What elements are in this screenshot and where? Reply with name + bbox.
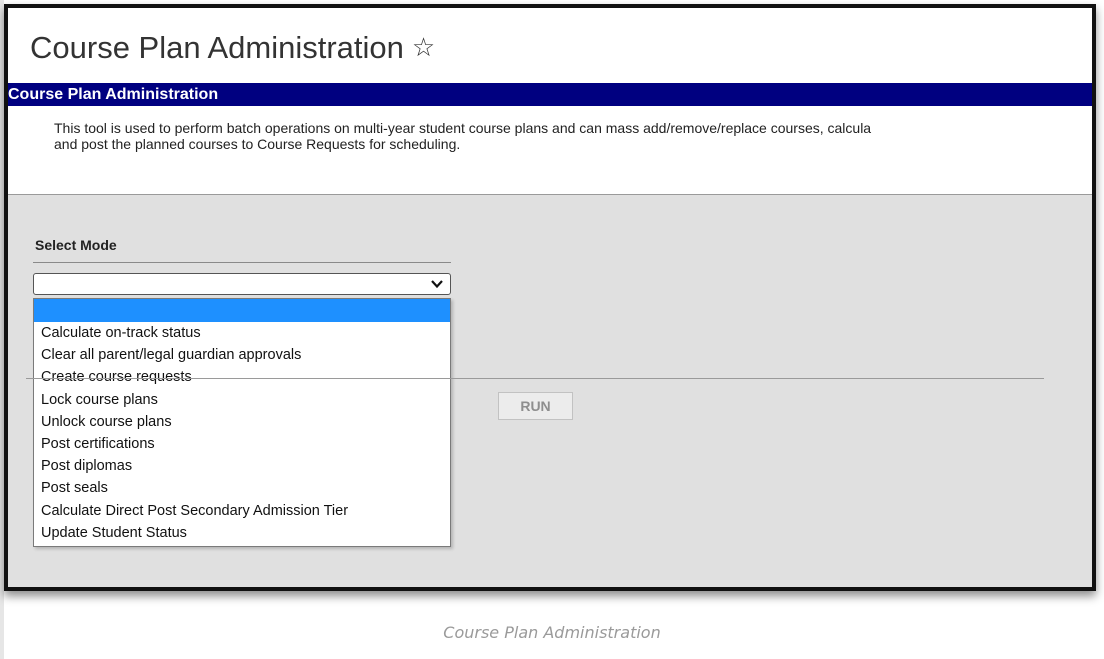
tool-description: This tool is used to perform batch opera… [8, 106, 1092, 195]
page-title: Course Plan Administration ☆ [30, 30, 435, 66]
screenshot-frame: Course Plan Administration ☆ Course Plan … [4, 4, 1096, 591]
mode-option-post-certifications[interactable]: Post certifications [34, 433, 450, 455]
run-button[interactable]: RUN [498, 392, 573, 420]
image-caption: Course Plan Administration [443, 623, 661, 642]
mode-option-lock-plans[interactable]: Lock course plans [34, 389, 450, 411]
mode-option-calculate-on-track[interactable]: Calculate on-track status [34, 322, 450, 344]
star-icon[interactable]: ☆ [412, 32, 435, 63]
section-header: Course Plan Administration [8, 83, 1092, 106]
mode-option-calculate-admission-tier[interactable]: Calculate Direct Post Secondary Admissio… [34, 500, 450, 522]
chevron-down-icon [431, 280, 443, 289]
mode-option-clear-approvals[interactable]: Clear all parent/legal guardian approval… [34, 344, 450, 366]
mode-options-list: Calculate on-track status Clear all pare… [33, 298, 451, 547]
label-divider [33, 262, 451, 263]
mode-option-post-seals[interactable]: Post seals [34, 477, 450, 499]
mode-option-post-diplomas[interactable]: Post diplomas [34, 455, 450, 477]
title-bar: Course Plan Administration ☆ [8, 8, 1092, 83]
description-line-2: and post the planned courses to Course R… [54, 136, 461, 152]
description-line-1: This tool is used to perform batch opera… [54, 120, 872, 136]
mode-select[interactable] [33, 273, 451, 295]
section-divider [26, 378, 1044, 379]
mode-option-blank[interactable] [34, 299, 450, 322]
page-title-text: Course Plan Administration [30, 30, 404, 65]
select-mode-label: Select Mode [35, 237, 117, 253]
mode-option-unlock-plans[interactable]: Unlock course plans [34, 411, 450, 433]
mode-option-update-student-status[interactable]: Update Student Status [34, 522, 450, 544]
